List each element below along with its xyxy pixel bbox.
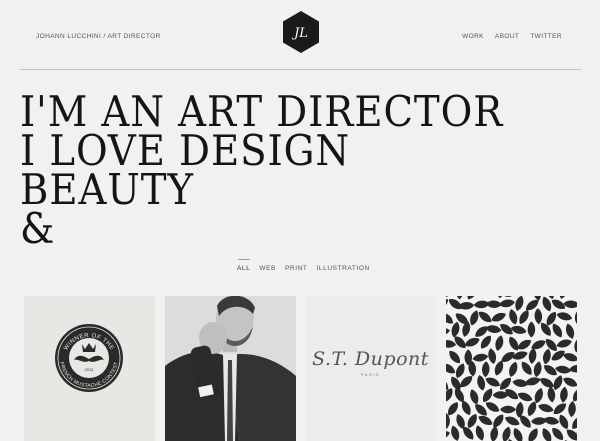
- logo-monogram-text: JL: [291, 26, 308, 41]
- hexagon-monogram-logo-icon: JL: [283, 11, 319, 53]
- nav-item-work[interactable]: WORK: [462, 33, 484, 40]
- filter-web[interactable]: WEB: [259, 265, 276, 272]
- portfolio-item-mustache-badge[interactable]: WINNER OF THE FRENCH MUSTACHE CONTEST 20…: [24, 296, 155, 441]
- main-nav: WORK ABOUT TWITTER: [462, 33, 562, 40]
- site-logo[interactable]: JL: [282, 10, 320, 54]
- dupont-wordmark: S.T. Dupont: [312, 348, 429, 370]
- hero-line: BEAUTY: [20, 165, 194, 214]
- hero-headline: I'M AN ART DIRECTOR I LOVE DESIGN BEAUTY…: [20, 91, 503, 253]
- header-divider: [20, 69, 581, 70]
- portfolio-item-leaf-pattern[interactable]: [446, 296, 577, 441]
- dupont-subtext: PARIS: [360, 372, 381, 377]
- portfolio-item-dupont[interactable]: S.T. Dupont PARIS: [305, 296, 436, 441]
- portrait-photo-icon: [165, 296, 296, 441]
- portfolio-item-portrait[interactable]: [165, 296, 296, 441]
- filter-illustration[interactable]: ILLUSTRATION: [316, 265, 369, 272]
- header: JOHANN LUCCHINI / ART DIRECTOR JL WORK A…: [0, 0, 600, 70]
- active-filter-indicator: [238, 259, 250, 260]
- leaf-pattern-icon: [446, 296, 577, 441]
- filter-all[interactable]: ALL: [237, 265, 250, 272]
- mustache-contest-badge-icon: WINNER OF THE FRENCH MUSTACHE CONTEST 20…: [55, 324, 123, 392]
- nav-item-about[interactable]: ABOUT: [495, 33, 519, 40]
- badge-year: 2012: [85, 367, 95, 372]
- hero-line: &: [20, 204, 56, 253]
- nav-item-twitter[interactable]: TWITTER: [530, 33, 562, 40]
- author-label[interactable]: JOHANN LUCCHINI / ART DIRECTOR: [36, 33, 161, 40]
- portfolio-filters: ALL WEB PRINT ILLUSTRATION: [237, 265, 370, 272]
- filter-print[interactable]: PRINT: [285, 265, 308, 272]
